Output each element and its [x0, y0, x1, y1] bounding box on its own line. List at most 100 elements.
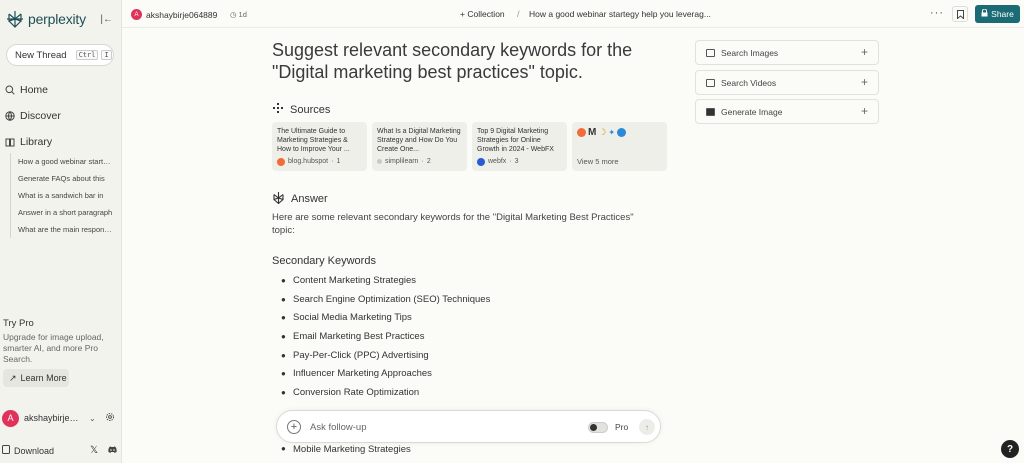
keywords-list: ● Content Marketing Strategies ● Search En… [281, 271, 490, 402]
thread-age-text: 1d [238, 10, 247, 19]
source-dot: · [421, 158, 424, 165]
shortcut-key-i: I [101, 50, 112, 60]
user-menu[interactable]: A akshaybirje064889 ⌄ [2, 408, 120, 428]
image-icon [706, 48, 715, 57]
download-link[interactable]: Download [14, 446, 54, 456]
x-twitter-icon[interactable]: 𝕏 [90, 445, 98, 456]
list-item: ● Search Engine Optimization (SEO) Techni… [281, 290, 490, 309]
library-item[interactable]: What is a sandwich bar in [11, 187, 114, 204]
share-button[interactable]: Share [975, 5, 1020, 23]
send-arrow-icon[interactable]: ↑ [639, 419, 655, 435]
list-item: ● Social Media Marketing Tips [281, 308, 490, 327]
keyword-text: Mobile Marketing Strategies [293, 444, 411, 455]
collapse-sidebar-icon[interactable]: |← [100, 14, 113, 25]
answer-heading: Answer [272, 191, 328, 207]
avatar: A [2, 409, 19, 427]
keyword-text: Content Marketing Strategies [293, 274, 417, 286]
discord-icon[interactable] [107, 445, 118, 456]
more-source-favicons: M ☽ ✦ [577, 127, 662, 138]
library-icon [5, 137, 15, 147]
keyword-text: Email Marketing Best Practices [293, 330, 425, 342]
source-meta: simplilearn · 2 [377, 157, 431, 166]
shortcut-key-ctrl: Ctrl [75, 50, 99, 60]
share-label: Share [991, 9, 1014, 19]
source-number: 2 [426, 158, 431, 165]
pro-toggle[interactable] [588, 422, 608, 433]
answer-intro: Here are some relevant secondary keyword… [272, 212, 634, 236]
attach-plus-icon[interactable]: + [287, 420, 301, 434]
try-pro-description: Upgrade for image upload, smarter AI, an… [3, 332, 104, 364]
source-card[interactable]: What Is a Digital Marketing Strategy and… [372, 122, 467, 171]
bookmark-icon [956, 9, 964, 19]
help-button[interactable]: ? [1001, 440, 1019, 458]
follow-up-input[interactable] [310, 420, 550, 435]
source-number: 3 [514, 158, 519, 165]
thread-age: ◷ 1d [230, 10, 247, 19]
pro-label: Pro [615, 422, 629, 432]
download-icon [2, 445, 10, 456]
list-item: ● Conversion Rate Optimization [281, 383, 490, 402]
arrow-up-right-icon: ↗ [9, 372, 17, 383]
bullet: ● [281, 294, 286, 304]
library-item[interactable]: What are the main responsibilities [11, 221, 114, 238]
logo-text: perplexity [28, 11, 86, 27]
thread-author-name: akshaybirje064889 [146, 9, 218, 20]
bullet: ● [281, 387, 286, 397]
plus-icon: + [860, 75, 868, 89]
favicon-icon [617, 128, 627, 137]
more-options-icon[interactable]: ··· [930, 7, 944, 19]
library-list: How a good webinar startegy help you lev… [10, 153, 114, 238]
new-thread-button[interactable]: New Thread Ctrl I [6, 44, 114, 66]
sources-row: The Ultimate Guide to Marketing Strategi… [272, 122, 667, 171]
answer-icon [272, 191, 285, 207]
learn-more-button[interactable]: ↗ Learn More [3, 369, 69, 387]
library-item[interactable]: Generate FAQs about this [11, 170, 114, 187]
source-title: The Ultimate Guide to Marketing Strategi… [277, 128, 350, 153]
nav-discover[interactable]: Discover [5, 110, 117, 122]
learn-more-label: Learn More [20, 373, 67, 383]
chevron-down-icon[interactable]: ⌄ [89, 414, 96, 423]
pro-image-icon [706, 107, 715, 116]
lock-icon [981, 8, 988, 19]
list-item: ● Pay-Per-Click (PPC) Advertising [281, 346, 490, 365]
sources-icon [272, 102, 284, 117]
nav-home[interactable]: Home [5, 84, 117, 96]
search-images-label: Search Images [721, 47, 779, 58]
source-dot: · [331, 158, 334, 165]
plus-icon: + [860, 45, 868, 59]
bullet: ● [281, 313, 286, 323]
sources-heading-text: Sources [290, 103, 331, 116]
toggle-knob [590, 424, 597, 431]
view-more-label: View 5 more [577, 157, 619, 166]
user-name: akshaybirje064889 [24, 413, 82, 423]
source-site: webfx [488, 158, 507, 165]
logo[interactable]: perplexity [6, 10, 86, 28]
gear-icon[interactable] [105, 412, 115, 425]
keyword-text: Pay-Per-Click (PPC) Advertising [293, 349, 429, 361]
source-card[interactable]: The Ultimate Guide to Marketing Strategi… [272, 122, 367, 171]
source-meta: webfx · 3 [477, 157, 519, 166]
bookmark-button[interactable] [952, 6, 968, 22]
library-item[interactable]: How a good webinar startegy help you lev… [11, 153, 114, 170]
medium-favicon-icon: M [588, 127, 597, 138]
nav-library[interactable]: Library [5, 136, 117, 148]
source-meta: blog.hubspot · 1 [277, 157, 340, 166]
thread-title[interactable]: How a good webinar startegy help you lev… [529, 9, 711, 19]
source-card[interactable]: Top 9 Digital Marketing Strategies for O… [472, 122, 567, 171]
new-thread-label: New Thread [15, 49, 67, 61]
search-videos-button[interactable]: Search Videos + [695, 70, 879, 95]
add-to-collection-button[interactable]: + Collection [460, 9, 505, 19]
library-item[interactable]: Answer in a short paragraph [11, 204, 114, 221]
bullet: ● [281, 331, 286, 341]
generate-image-button[interactable]: Generate Image + [695, 99, 879, 124]
view-more-sources[interactable]: M ☽ ✦ View 5 more [572, 122, 667, 171]
answer-heading-text: Answer [291, 193, 328, 205]
list-item: ● Influencer Marketing Approaches [281, 364, 490, 383]
sparkle-favicon-icon: ✦ [608, 128, 616, 137]
list-item: ● Email Marketing Best Practices [281, 327, 490, 346]
search-images-button[interactable]: Search Images + [695, 40, 879, 65]
breadcrumb-separator: / [517, 9, 520, 19]
list-item: ● Content Marketing Strategies [281, 271, 490, 290]
list-item: ● Mobile Marketing Strategies [281, 444, 411, 455]
source-title: Top 9 Digital Marketing Strategies for O… [477, 128, 554, 153]
